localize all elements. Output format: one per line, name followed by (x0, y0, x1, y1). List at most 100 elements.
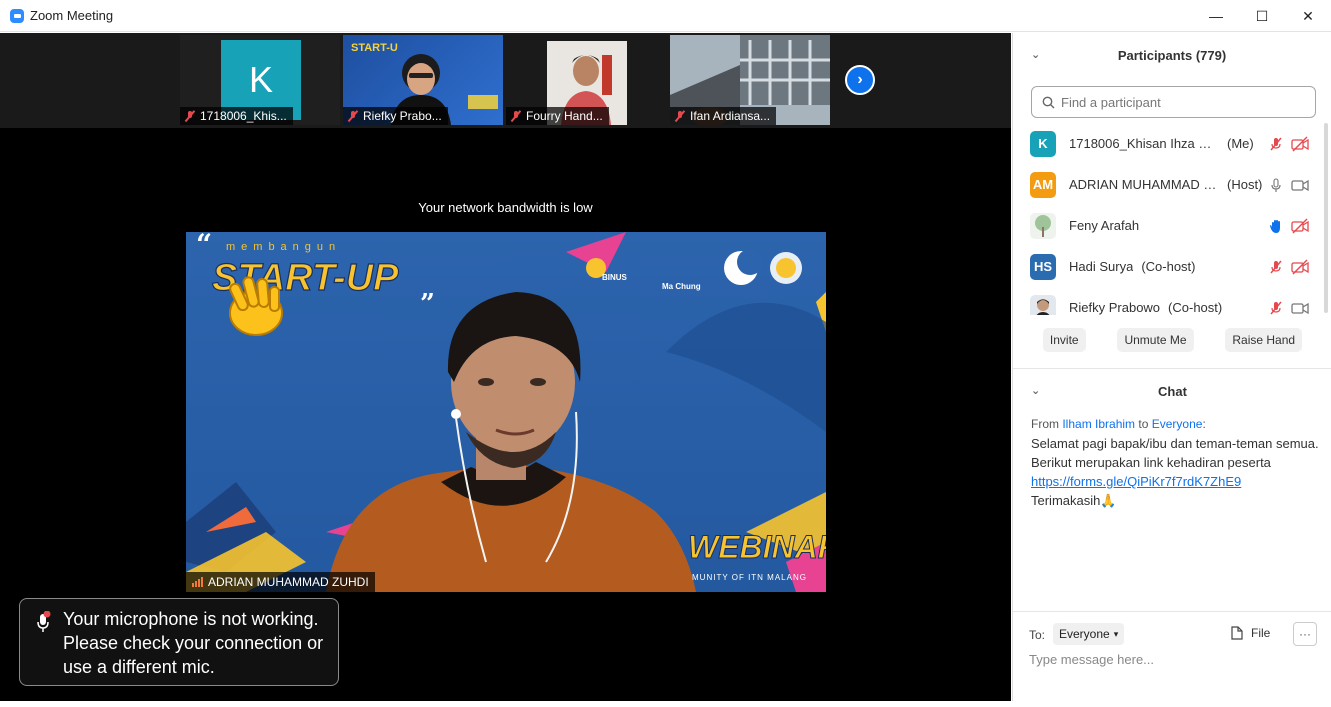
active-speaker-video[interactable]: membangun START-UP “ ” BINUS Ma Chung WE… (186, 232, 826, 592)
avatar: AM (1030, 171, 1056, 198)
banner-sponsor2: BINUS (602, 273, 628, 282)
file-icon (1231, 626, 1243, 640)
participant-row[interactable]: Riefky Prabowo (Co-host) (1013, 287, 1323, 315)
participant-row[interactable]: HS Hadi Surya (Co-host) (1013, 246, 1323, 287)
participant-role: (Host) (1227, 177, 1263, 192)
microphone-warning-icon (37, 611, 51, 632)
avatar (1030, 294, 1056, 315)
thumbnail-name: 1718006_Khis... (200, 109, 287, 123)
video-on-icon[interactable] (1291, 177, 1309, 193)
more-options-button[interactable]: ··· (1293, 622, 1317, 646)
participant-scrollbar[interactable] (1323, 121, 1329, 316)
participant-row[interactable]: Feny Arafah (1013, 205, 1323, 246)
raise-hand-button[interactable]: Raise Hand (1225, 328, 1303, 352)
participant-name: Riefky Prabowo (1069, 300, 1161, 315)
participant-role: (Co-host) (1168, 300, 1223, 315)
chat-sender[interactable]: Ilham Ibrahim (1062, 417, 1135, 431)
speaker-video-image: membangun START-UP “ ” BINUS Ma Chung WE… (186, 232, 826, 592)
meta-colon: : (1202, 417, 1206, 431)
participant-row[interactable]: K 1718006_Khisan Ihza Wahy... (Me) (1013, 123, 1323, 164)
chat-message-text: Selamat pagi bapak/ibu dan teman-teman s… (1031, 436, 1319, 470)
bandwidth-notice: Your network bandwidth is low (418, 200, 593, 215)
side-panel: ⌄ Participants (779) Find a participant … (1012, 33, 1331, 701)
avatar: HS (1030, 253, 1056, 280)
video-area: K 1718006_Khis... START-U Riefky Prabo..… (0, 33, 1011, 701)
participants-title: Participants (779) (1117, 47, 1227, 63)
chat-signoff: Terimakasih🙏 (1031, 493, 1117, 508)
participant-actions: Invite Unmute Me Raise Hand (1013, 328, 1331, 352)
window-title: Zoom Meeting (30, 8, 114, 23)
mic-muted-icon[interactable] (1268, 259, 1284, 275)
thumbnail-video[interactable]: Fourry Hand... (506, 35, 666, 125)
thumbnail-name-tag: Riefky Prabo... (343, 107, 448, 125)
thumbnail-name-tag: Fourry Hand... (506, 107, 609, 125)
thumbnail-name-tag: 1718006_Khis... (180, 107, 293, 125)
chat-compose: To: Everyone ▾ File ··· (1013, 611, 1331, 701)
chat-message-input[interactable] (1029, 652, 1309, 667)
participant-search[interactable]: Find a participant (1031, 86, 1316, 118)
close-button[interactable]: ✕ (1285, 0, 1331, 32)
to-word: to (1138, 417, 1149, 431)
video-off-icon[interactable] (1291, 136, 1309, 152)
file-button[interactable]: File (1231, 626, 1270, 640)
avatar: K (1030, 130, 1056, 157)
mic-muted-icon (674, 110, 686, 122)
next-page-button[interactable]: › (845, 65, 875, 95)
title-bar: Zoom Meeting — ☐ ✕ (0, 0, 1331, 32)
minimize-button[interactable]: — (1193, 0, 1239, 32)
raised-hand-icon (1270, 220, 1280, 233)
video-on-icon[interactable] (1291, 300, 1309, 315)
tree-avatar-image (1035, 214, 1051, 237)
chat-message-meta: From Ilham Ibrahim to Everyone: (1031, 415, 1321, 434)
recipient-select[interactable]: Everyone ▾ (1053, 623, 1125, 645)
mic-muted-icon[interactable] (1268, 300, 1284, 315)
file-label: File (1251, 626, 1271, 640)
thumbnail-video[interactable]: K 1718006_Khis... (180, 35, 340, 125)
unmute-me-button[interactable]: Unmute Me (1117, 328, 1194, 352)
mic-muted-icon (347, 110, 359, 122)
thumbnail-video[interactable]: Ifan Ardiansa... (670, 35, 830, 125)
search-placeholder: Find a participant (1061, 94, 1161, 110)
collapse-participants-button[interactable]: ⌄ (1031, 48, 1040, 61)
svg-text:START-U: START-U (351, 42, 398, 54)
thumbnail-strip: K 1718006_Khis... START-U Riefky Prabo..… (0, 33, 1011, 128)
thumbnail-video[interactable]: START-U Riefky Prabo... (343, 35, 503, 125)
video-off-icon[interactable] (1291, 259, 1309, 275)
maximize-button[interactable]: ☐ (1239, 0, 1285, 32)
thumbnail-name-tag: Ifan Ardiansa... (670, 107, 777, 125)
participant-role: (Co-host) (1141, 259, 1196, 274)
participant-row[interactable]: AM ADRIAN MUHAMMAD Z... (Host) (1013, 164, 1323, 205)
window-controls: — ☐ ✕ (1193, 0, 1331, 32)
profile-photo-image (1036, 298, 1050, 315)
banner-pretitle: membangun (226, 241, 341, 253)
thumbnail-name: Riefky Prabo... (363, 109, 442, 123)
mic-muted-icon[interactable] (1268, 136, 1284, 152)
thumbnail-name: Ifan Ardiansa... (690, 109, 771, 123)
speaker-name-tag: ADRIAN MUHAMMAD ZUHDI (186, 572, 375, 592)
chat-link[interactable]: https://forms.gle/QiPiKr7f7rdK7ZhE9 (1031, 472, 1321, 491)
mic-on-icon[interactable] (1268, 177, 1284, 193)
mic-muted-icon (184, 110, 196, 122)
video-off-icon[interactable] (1291, 218, 1309, 234)
thumbnail-name: Fourry Hand... (526, 109, 603, 123)
participant-list: K 1718006_Khisan Ihza Wahy... (Me) AM AD… (1013, 123, 1323, 315)
chevron-down-icon: ▾ (1113, 628, 1119, 639)
collapse-chat-button[interactable]: ⌄ (1031, 384, 1040, 397)
svg-text:”: ” (420, 289, 435, 319)
search-icon (1042, 96, 1055, 108)
to-label: To: (1029, 628, 1046, 642)
chat-recipient[interactable]: Everyone (1152, 417, 1203, 431)
mic-muted-icon (510, 110, 522, 122)
signal-strength-icon (192, 577, 203, 587)
participants-header: ⌄ Participants (779) (1013, 33, 1331, 77)
svg-text:“: “ (196, 232, 212, 261)
chat-header: ⌄ Chat (1013, 369, 1331, 413)
chat-title: Chat (1158, 383, 1187, 399)
participant-name: ADRIAN MUHAMMAD Z... (1069, 177, 1219, 192)
invite-button[interactable]: Invite (1042, 328, 1086, 352)
mic-warning-toast: Your microphone is not working. Please c… (19, 598, 339, 686)
speaker-name: ADRIAN MUHAMMAD ZUHDI (208, 575, 369, 589)
participant-name: Feny Arafah (1069, 218, 1140, 233)
mic-warning-text: Your microphone is not working. Please c… (63, 609, 324, 677)
zoom-app-icon (10, 8, 24, 23)
